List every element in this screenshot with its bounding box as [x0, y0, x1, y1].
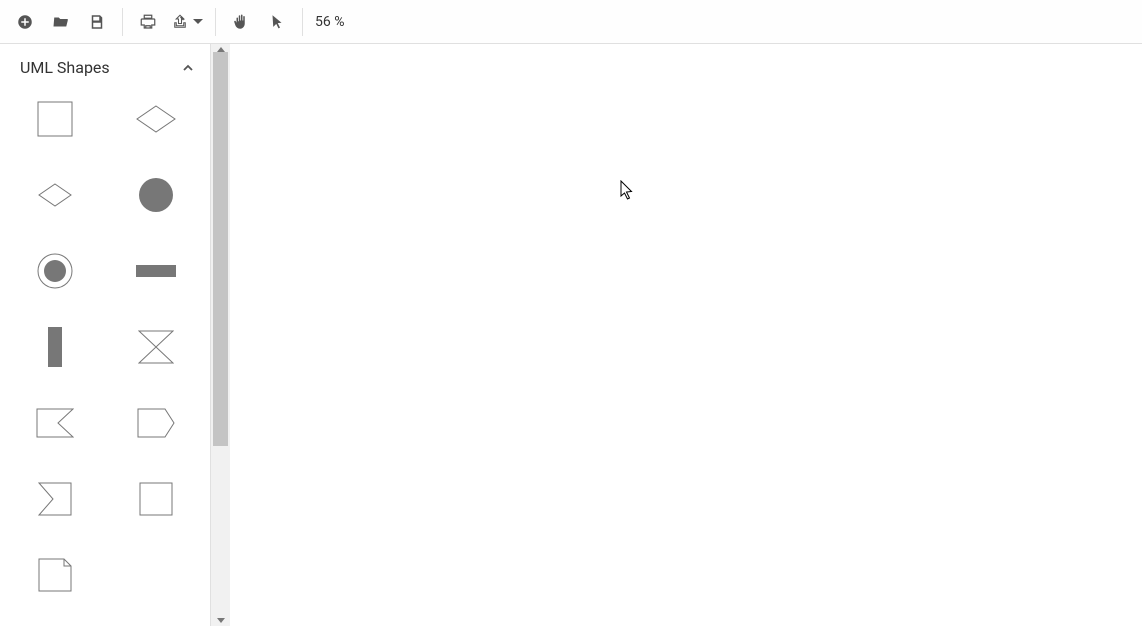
scroll-down-icon — [217, 618, 225, 623]
panel-title: UML Shapes — [20, 58, 110, 77]
diamond-icon — [136, 105, 176, 133]
toolbar: 56 % — [0, 0, 1142, 44]
shape-diamond[interactable] — [113, 93, 198, 145]
square-icon — [139, 482, 173, 516]
shape-circle-filled[interactable] — [113, 169, 198, 221]
shape-note[interactable] — [12, 549, 97, 601]
shapes-panel: UML Shapes — [0, 44, 211, 626]
pan-tool-button[interactable] — [224, 5, 258, 39]
main-area: UML Shapes — [0, 44, 1142, 626]
flag-icon — [38, 482, 72, 516]
plus-circle-icon — [16, 13, 34, 31]
shape-square[interactable] — [113, 473, 198, 525]
panel-header[interactable]: UML Shapes — [0, 44, 210, 83]
shape-diamond-small[interactable] — [12, 169, 97, 221]
hourglass-icon — [138, 330, 174, 364]
shape-circle-ringed[interactable] — [12, 245, 97, 297]
export-dropdown[interactable] — [167, 13, 207, 31]
print-button[interactable] — [131, 5, 165, 39]
export-icon — [171, 13, 189, 31]
toolbar-separator — [122, 8, 123, 36]
chevron-up-icon — [182, 62, 194, 74]
shape-empty — [113, 549, 198, 601]
shape-hourglass[interactable] — [113, 321, 198, 373]
hand-icon — [232, 13, 250, 31]
shape-flag[interactable] — [12, 473, 97, 525]
shape-rectangle[interactable] — [12, 93, 97, 145]
shape-grid — [0, 83, 210, 611]
bar-h-icon — [136, 265, 176, 277]
open-button[interactable] — [44, 5, 78, 39]
shape-receive-signal[interactable] — [12, 397, 97, 449]
folder-open-icon — [52, 13, 70, 31]
zoom-dropdown[interactable]: 56 % — [311, 14, 356, 30]
note-icon — [38, 558, 72, 592]
shape-send-signal[interactable] — [113, 397, 198, 449]
receive-signal-icon — [36, 408, 74, 438]
pointer-icon — [268, 13, 286, 31]
cursor-pointer — [620, 180, 634, 200]
toolbar-separator — [215, 8, 216, 36]
save-icon — [88, 13, 106, 31]
save-button[interactable] — [80, 5, 114, 39]
toolbar-separator — [302, 8, 303, 36]
rectangle-icon — [37, 101, 73, 137]
sidebar-scrollbar[interactable] — [211, 44, 230, 626]
send-signal-icon — [137, 408, 175, 438]
circle-ringed-icon — [37, 253, 73, 289]
canvas[interactable] — [230, 44, 1142, 626]
chevron-down-icon — [193, 19, 203, 24]
circle-filled-icon — [138, 177, 174, 213]
print-icon — [139, 13, 157, 31]
bar-v-icon — [48, 327, 62, 367]
zoom-label: 56 % — [315, 14, 344, 30]
scroll-thumb[interactable] — [213, 52, 228, 446]
new-button[interactable] — [8, 5, 42, 39]
shape-bar-vertical[interactable] — [12, 321, 97, 373]
shape-bar-horizontal[interactable] — [113, 245, 198, 297]
select-tool-button[interactable] — [260, 5, 294, 39]
scroll-track[interactable] — [211, 52, 230, 618]
diamond-icon — [38, 183, 72, 207]
